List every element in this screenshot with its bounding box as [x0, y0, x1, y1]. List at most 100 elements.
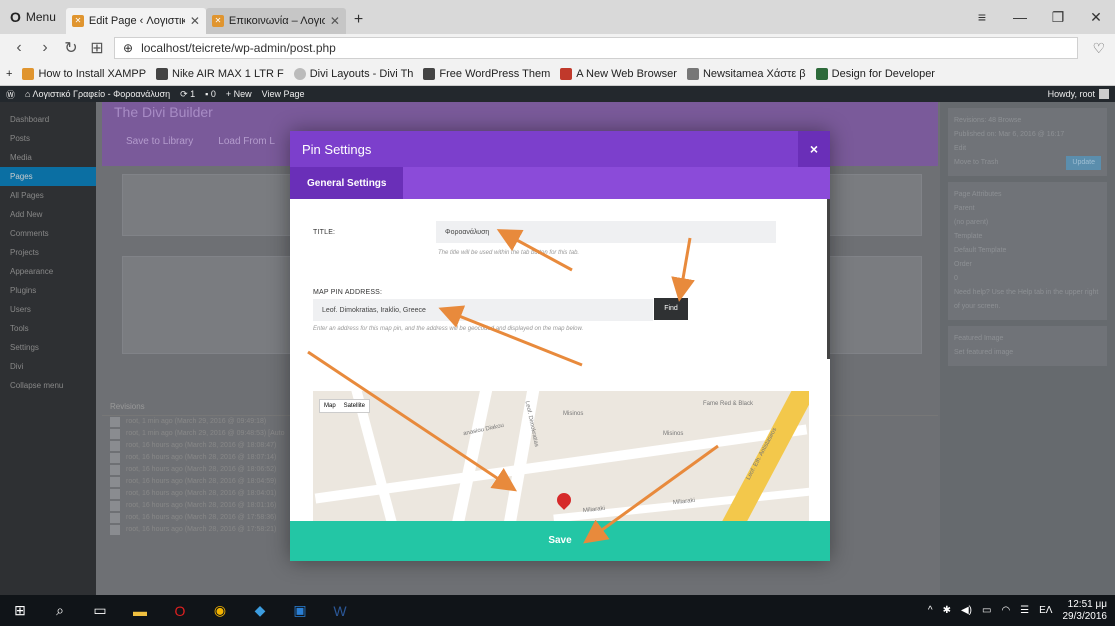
- bookmark-divi[interactable]: Divi Layouts - Divi Th: [293, 67, 413, 80]
- tab-general-settings[interactable]: General Settings: [290, 167, 404, 199]
- set-featured-image-link[interactable]: Set featured image: [954, 346, 1101, 360]
- tab-edit-page[interactable]: ✕ Edit Page ‹ Λογιστικό Γρα… ✕: [65, 8, 206, 34]
- address-input[interactable]: Leof. Dimokratias, Iraklio, Greece: [313, 299, 653, 321]
- sidebar-item-media[interactable]: Media: [0, 148, 96, 167]
- close-modal-button[interactable]: ×: [798, 131, 830, 167]
- opera-menu-button[interactable]: O Menu: [0, 0, 66, 34]
- chrome-icon[interactable]: ◉: [200, 595, 240, 626]
- xampp-icon: [22, 67, 35, 80]
- sidebar-item-comments[interactable]: Comments: [0, 224, 96, 243]
- task-view-icon[interactable]: ▭: [80, 595, 120, 626]
- start-icon[interactable]: ⊞: [0, 595, 40, 626]
- minimize-icon[interactable]: —: [1001, 9, 1039, 25]
- updates-link[interactable]: ⟳ 1: [180, 89, 195, 100]
- site-name-link[interactable]: ⌂ Λογιστικό Γραφείο - Φοροανάλυση: [25, 89, 170, 99]
- comments-link[interactable]: ▪ 0: [205, 89, 216, 99]
- map-type-satellite[interactable]: Satellite: [340, 400, 369, 412]
- design-icon: [815, 67, 828, 80]
- bookmark-heart-icon[interactable]: ♡: [1086, 40, 1105, 57]
- map-type-control[interactable]: Map Satellite: [319, 399, 371, 413]
- sidebar-item-tools[interactable]: Tools: [0, 319, 96, 338]
- sidebar-item-settings[interactable]: Settings: [0, 338, 96, 357]
- search-icon[interactable]: ⌕: [40, 595, 80, 626]
- close-tab-icon[interactable]: ✕: [330, 14, 340, 28]
- bookmark-nike[interactable]: Nike AIR MAX 1 LTR F: [156, 67, 284, 80]
- divi-builder-title: The Divi Builder: [114, 104, 213, 120]
- sidebar-item-all-pages[interactable]: All Pages: [0, 186, 96, 205]
- notifications-icon[interactable]: ☰: [1020, 605, 1029, 616]
- tab-epikoinonia[interactable]: ✕ Επικοινωνία – Λογιστικό … ✕: [205, 8, 346, 34]
- modal-tabs: General Settings: [290, 167, 830, 199]
- show-hidden-icons-icon[interactable]: ^: [928, 605, 933, 616]
- network-icon[interactable]: ✱: [943, 605, 951, 616]
- move-to-trash-link[interactable]: Move to Trash: [954, 159, 998, 166]
- load-from-library-button[interactable]: Load From L: [218, 136, 275, 147]
- parent-select[interactable]: (no parent): [954, 216, 1101, 230]
- wifi-icon[interactable]: ◠: [1001, 605, 1010, 616]
- account-menu[interactable]: Howdy, root: [1048, 89, 1109, 99]
- sidebar-item-plugins[interactable]: Plugins: [0, 281, 96, 300]
- sidebar-item-projects[interactable]: Projects: [0, 243, 96, 262]
- order-input[interactable]: 0: [954, 272, 1101, 286]
- app-icon[interactable]: ◆: [240, 595, 280, 626]
- map-type-map[interactable]: Map: [320, 400, 340, 412]
- address-hint: Enter an address for this map pin, and t…: [313, 326, 584, 332]
- sidebar-item-pages[interactable]: Pages: [0, 167, 96, 186]
- close-tab-icon[interactable]: ✕: [190, 14, 200, 28]
- maximize-icon[interactable]: ❐: [1039, 9, 1077, 26]
- sidebar-item-appearance[interactable]: Appearance: [0, 262, 96, 281]
- new-tab-button[interactable]: +: [346, 11, 371, 29]
- bookmark-new-browser[interactable]: A New Web Browser: [560, 67, 677, 80]
- volume-icon[interactable]: ◀): [961, 605, 972, 616]
- back-icon[interactable]: ‹: [10, 39, 28, 57]
- view-page-link[interactable]: View Page: [262, 89, 305, 99]
- language-indicator[interactable]: ΕΛ: [1039, 605, 1052, 616]
- speed-dial-icon[interactable]: ⊞: [88, 38, 106, 58]
- opera-icon[interactable]: O: [160, 595, 200, 626]
- wp-right-column: Revisions: 48 Browse Published on: Mar 6…: [940, 102, 1115, 595]
- nike-icon: [156, 67, 169, 80]
- forward-icon[interactable]: ›: [36, 39, 54, 57]
- title-input[interactable]: Φοροανάλυση: [436, 221, 776, 243]
- parent-label: Parent: [954, 205, 975, 212]
- bookmark-newsitamea[interactable]: Newsitamea Χάστε β: [686, 67, 806, 80]
- template-select[interactable]: Default Template: [954, 244, 1101, 258]
- modal-scrollbar[interactable]: [827, 199, 830, 359]
- update-button[interactable]: Update: [1066, 156, 1101, 170]
- tabs-menu-icon[interactable]: ≡: [963, 9, 1001, 25]
- globe-icon: ⊕: [123, 41, 134, 55]
- avatar: [1099, 89, 1109, 99]
- bookmark-xampp[interactable]: How to Install XAMPP: [22, 67, 146, 80]
- system-tray: ^ ✱ ◀) ▭ ◠ ☰ ΕΛ 12:51 μμ 29/3/2016: [928, 599, 1115, 623]
- save-button[interactable]: Save: [290, 521, 830, 561]
- word-icon[interactable]: W: [320, 595, 360, 626]
- bookmark-wordpress-themes[interactable]: Free WordPress Them: [423, 67, 550, 80]
- map-preview[interactable]: Map Satellite Misinos anasiou Diakou Leo…: [313, 391, 809, 521]
- divi-icon: [293, 67, 306, 80]
- xampp-favicon-icon: ✕: [211, 15, 224, 27]
- reload-icon[interactable]: ↻: [62, 38, 80, 58]
- wordpress-logo-icon[interactable]: Ⓦ: [6, 88, 15, 101]
- sidebar-item-add-new[interactable]: Add New: [0, 205, 96, 224]
- help-text: Need help? Use the Help tab in the upper…: [954, 289, 1099, 310]
- edit-date-link[interactable]: Edit: [954, 142, 1101, 156]
- find-button[interactable]: Find: [654, 298, 688, 320]
- bookmark-design-developers[interactable]: Design for Developer: [815, 67, 935, 80]
- add-bookmark-icon[interactable]: +: [6, 68, 12, 80]
- ide-icon[interactable]: ▣: [280, 595, 320, 626]
- file-explorer-icon[interactable]: ▬: [120, 595, 160, 626]
- url-input[interactable]: ⊕ localhost/teicrete/wp-admin/post.php: [114, 37, 1079, 59]
- map-pin-icon[interactable]: [554, 490, 574, 510]
- close-window-icon[interactable]: ✕: [1077, 9, 1115, 26]
- newsitamea-icon: [686, 67, 699, 80]
- sidebar-item-users[interactable]: Users: [0, 300, 96, 319]
- battery-icon[interactable]: ▭: [982, 605, 991, 616]
- sidebar-item-dashboard[interactable]: Dashboard: [0, 110, 96, 129]
- sidebar-item-divi[interactable]: Divi: [0, 357, 96, 376]
- new-link[interactable]: + New: [226, 89, 252, 99]
- sidebar-item-posts[interactable]: Posts: [0, 129, 96, 148]
- sidebar-item-collapse[interactable]: Collapse menu: [0, 376, 96, 395]
- address-label: MAP PIN ADDRESS:: [313, 289, 383, 296]
- save-to-library-button[interactable]: Save to Library: [126, 136, 193, 147]
- clock[interactable]: 12:51 μμ 29/3/2016: [1063, 599, 1108, 623]
